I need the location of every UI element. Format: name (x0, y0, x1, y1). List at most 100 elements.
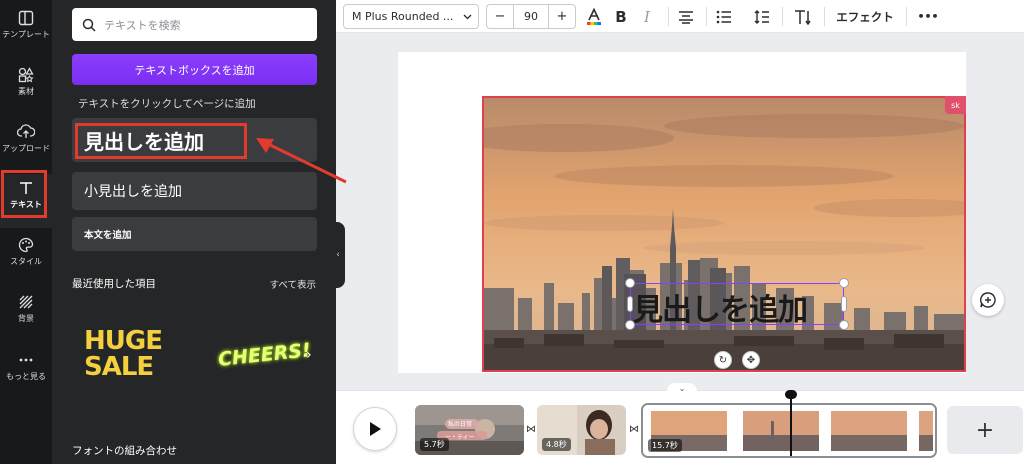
resize-handle-bl[interactable] (625, 320, 635, 330)
vertical-text-icon (795, 9, 811, 25)
font-size-stepper: − 90 + (486, 4, 576, 29)
comment-icon (980, 292, 996, 308)
text-toolbar: M Plus Rounded ... − 90 + B I エフェクト ••• (336, 0, 1024, 33)
click-hint-text: テキストをクリックしてページに追加 (78, 98, 256, 110)
timeline-clip-selected[interactable]: 15.7秒 (641, 403, 937, 458)
font-family-value: M Plus Rounded ... (352, 10, 454, 23)
highlight-box (1, 170, 47, 218)
rail-label: 背景 (18, 314, 34, 323)
collaborator-badge: sk (945, 96, 966, 114)
rail-label: スタイル (10, 257, 42, 266)
chevron-left-icon: ‹ (336, 250, 340, 260)
increase-size-button[interactable]: + (549, 5, 575, 28)
font-family-select[interactable]: M Plus Rounded ... (343, 4, 479, 29)
clip-duration: 4.8秒 (542, 438, 571, 451)
text-color-button[interactable] (584, 4, 604, 29)
rotate-icon[interactable]: ↻ (714, 351, 732, 369)
spacing-button[interactable] (752, 4, 772, 29)
editor-app: テンプレート 素材 アップロード テキスト スタイル 背景 もっと見る テキスト… (0, 0, 1024, 464)
move-icon[interactable]: ✥ (742, 351, 760, 369)
rail-item-styles[interactable]: スタイル (0, 231, 52, 285)
rail-item-more[interactable]: もっと見る (0, 346, 52, 400)
chevron-down-icon (463, 14, 472, 19)
toolbar-divider (668, 7, 669, 26)
recent-section-title: 最近使用した項目 (72, 278, 156, 290)
background-icon (19, 295, 33, 309)
resize-handle-right[interactable] (841, 296, 847, 312)
resize-handle-tl[interactable] (625, 278, 635, 288)
body-label: 本文を追加 (84, 230, 132, 241)
recent-item-text: HUGE (84, 326, 163, 356)
playhead[interactable] (790, 392, 792, 456)
rail-label: アップロード (2, 144, 50, 153)
list-button[interactable] (714, 4, 734, 29)
add-body-option[interactable]: 本文を追加 (72, 217, 317, 251)
line-spacing-icon (754, 9, 769, 24)
toolbar-divider (824, 7, 825, 26)
timeline-clip[interactable]: 私の日常 ー・ティー 5.7秒 (415, 405, 524, 455)
list-icon (716, 10, 731, 23)
subheading-label: 小見出しを追加 (84, 184, 182, 200)
rail-label: もっと見る (6, 372, 46, 381)
search-input[interactable]: テキストを検索 (72, 8, 317, 41)
collapse-panel-handle[interactable]: ‹ (331, 222, 345, 288)
add-textbox-button[interactable]: テキストボックスを追加 (72, 54, 317, 85)
resize-handle-br[interactable] (839, 320, 849, 330)
rail-item-background[interactable]: 背景 (0, 288, 52, 342)
toolbar-divider (782, 7, 783, 26)
clip-duration: 5.7秒 (420, 438, 449, 451)
rail-item-elements[interactable]: 素材 (0, 61, 52, 115)
search-icon (82, 18, 96, 32)
chevron-down-icon[interactable]: ⌄ (667, 383, 697, 395)
rail-item-text[interactable]: テキスト (0, 170, 52, 228)
vertical-text-button[interactable] (792, 4, 814, 29)
template-icon (18, 10, 34, 26)
add-page-button[interactable]: + (947, 406, 1023, 454)
font-size-input[interactable]: 90 (513, 5, 549, 28)
heading-textbox[interactable]: 見出しを追加 (630, 283, 844, 328)
clip-duration: 15.7秒 (648, 439, 682, 452)
align-center-button[interactable] (676, 4, 696, 29)
clip-caption: ー・ティー (445, 434, 475, 441)
transition-icon[interactable]: ⋈ (627, 424, 641, 436)
clip-thumbnail (643, 405, 935, 456)
recent-item-huge-sale[interactable]: HUGE SALE (84, 326, 163, 382)
toolbar-divider (706, 7, 707, 26)
align-center-icon (679, 10, 693, 24)
rail-label: 素材 (18, 87, 34, 96)
text-color-icon (587, 7, 601, 25)
elements-icon (18, 67, 34, 83)
font-combinations-title: フォントの組み合わせ (72, 445, 177, 457)
rail-item-uploads[interactable]: アップロード (0, 118, 52, 172)
effects-button[interactable]: エフェクト (832, 4, 898, 29)
more-icon (19, 358, 33, 362)
text-panel: テキストを検索 テキストボックスを追加 テキストをクリックしてページに追加 見出… (52, 0, 336, 464)
play-button[interactable] (353, 407, 397, 451)
city-skyline-photo[interactable] (482, 96, 966, 372)
canvas-heading-text: 見出しを追加 (633, 293, 808, 328)
italic-button[interactable]: I (638, 4, 656, 29)
rail-item-templates[interactable]: テンプレート (0, 4, 52, 58)
resize-handle-tr[interactable] (839, 278, 849, 288)
highlight-box (75, 123, 247, 159)
toolbar-divider (906, 7, 907, 26)
bold-button[interactable]: B (612, 4, 630, 29)
decrease-size-button[interactable]: − (487, 5, 513, 28)
annotation-arrow (256, 138, 347, 184)
transition-icon[interactable]: ⋈ (524, 424, 538, 436)
left-rail: テンプレート 素材 アップロード テキスト スタイル 背景 もっと見る (0, 0, 52, 464)
palette-icon (18, 237, 34, 253)
rail-label: テンプレート (2, 30, 50, 39)
see-all-link[interactable]: すべて表示 (270, 277, 316, 291)
recent-item-cheers[interactable]: CHEERS! (217, 339, 312, 371)
more-options-button[interactable]: ••• (916, 4, 940, 29)
timeline-clip[interactable]: 4.8秒 (537, 405, 626, 455)
chevron-right-icon[interactable]: › (306, 347, 312, 363)
playhead-handle[interactable] (785, 390, 797, 399)
add-comment-button[interactable] (972, 284, 1004, 316)
skyline-image (484, 98, 964, 370)
clip-caption: 私の日常 (448, 421, 473, 428)
resize-handle-left[interactable] (627, 296, 633, 312)
upload-icon (17, 124, 35, 138)
recent-item-text: SALE (84, 352, 154, 382)
